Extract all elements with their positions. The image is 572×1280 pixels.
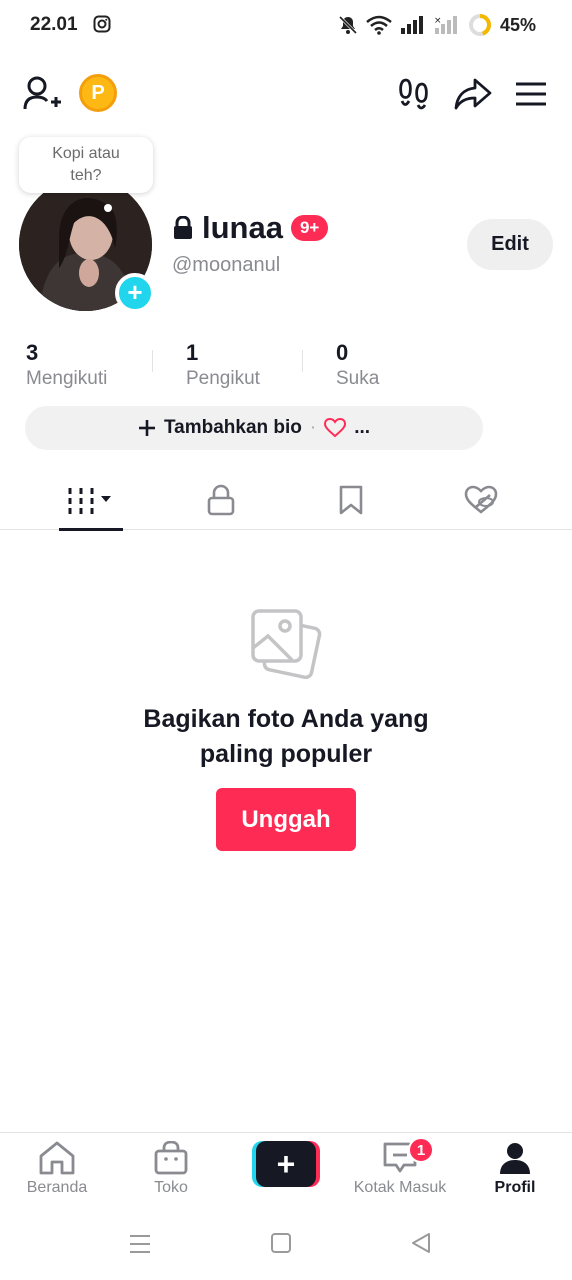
battery-ring-icon: [468, 14, 491, 36]
home-icon: [39, 1141, 75, 1175]
nav-shop-label: Toko: [154, 1179, 188, 1196]
signal-weak-icon: ×: [434, 16, 457, 34]
share-icon[interactable]: [452, 74, 494, 114]
note-bubble-text: Kopi atau teh?: [52, 145, 120, 184]
active-tab-indicator: [59, 528, 123, 531]
heart-outline-icon: [324, 418, 347, 438]
system-nav-bar: [0, 1212, 572, 1280]
add-story-button[interactable]: +: [115, 273, 155, 313]
stat-followers-value: 1: [186, 340, 199, 365]
home-square-icon[interactable]: [270, 1232, 292, 1259]
bottom-nav: Beranda Toko + Kotak Masuk 1 Profil: [0, 1132, 572, 1212]
note-bubble[interactable]: Kopi atau teh?: [19, 137, 153, 193]
menu-icon[interactable]: [512, 76, 550, 112]
stat-likes-value: 0: [336, 340, 349, 365]
signal-icon: [400, 16, 423, 34]
profile-name: lunaa: [202, 210, 283, 245]
empty-state-title: Bagikan foto Anda yang paling populer: [0, 702, 572, 772]
add-bio-button[interactable]: Tambahkan bio · ...: [25, 406, 483, 450]
bookmark-icon: [339, 485, 363, 515]
profile-person-icon: [500, 1143, 530, 1174]
notification-badge[interactable]: 9+: [290, 215, 329, 241]
add-bio-label: Tambahkan bio: [163, 417, 302, 438]
plus-create-icon: +: [256, 1141, 316, 1187]
edit-profile-button[interactable]: Edit: [467, 219, 553, 270]
tab-private[interactable]: [166, 470, 276, 530]
profile-handle: @moonanul: [172, 254, 281, 276]
back-triangle-icon[interactable]: [410, 1232, 432, 1259]
status-time: 22.01: [30, 14, 78, 35]
shopping-bag-icon: [154, 1141, 188, 1175]
content-tabs: [0, 470, 572, 531]
tab-saved[interactable]: [296, 470, 406, 530]
plus-icon: [138, 420, 155, 436]
svg-text:×: ×: [434, 16, 442, 26]
status-icons: × 45%: [338, 13, 536, 37]
heart-hidden-icon: [464, 485, 498, 514]
profile-stats: 3 Mengikuti 1 Pengikut 0 Suka: [0, 340, 572, 396]
nav-home-label: Beranda: [26, 1179, 88, 1196]
top-bar: P: [0, 66, 572, 122]
grid-bars-icon: [68, 488, 111, 514]
nav-profile-label: Profil: [494, 1179, 536, 1196]
stat-divider: [152, 350, 153, 372]
tab-videos[interactable]: [36, 470, 146, 531]
nav-profile[interactable]: Profil: [460, 1141, 570, 1197]
lock-icon: [174, 216, 192, 239]
stat-likes-label: Suka: [336, 368, 380, 389]
inbox-badge: 1: [408, 1137, 434, 1163]
name-row: lunaa 9+: [172, 210, 329, 246]
nav-inbox[interactable]: Kotak Masuk: [345, 1141, 455, 1197]
create-button[interactable]: +: [252, 1141, 320, 1187]
battery-percent: 45%: [499, 14, 536, 35]
empty-state-title-line1: Bagikan foto Anda yang: [143, 705, 429, 733]
add-friend-icon[interactable]: [20, 72, 64, 116]
empty-state-title-line2: paling populer: [199, 740, 373, 768]
nav-home[interactable]: Beranda: [2, 1141, 112, 1197]
lock-outline-icon: [207, 484, 235, 516]
stat-likes[interactable]: 0 Suka: [336, 340, 379, 390]
stat-following[interactable]: 3 Mengikuti: [26, 340, 107, 390]
nav-inbox-label: Kotak Masuk: [353, 1179, 447, 1196]
stat-divider: [302, 350, 303, 372]
note-bubble-tail: [104, 204, 112, 212]
bio-more: ...: [354, 417, 371, 438]
nav-shop[interactable]: Toko: [116, 1141, 226, 1197]
photo-stack-icon: [250, 608, 322, 685]
stat-following-label: Mengikuti: [26, 368, 108, 389]
upload-button[interactable]: Unggah: [216, 788, 356, 851]
bio-separator: ·: [309, 417, 317, 438]
mute-bell-icon: [338, 15, 358, 35]
stat-followers-label: Pengikut: [186, 368, 260, 389]
tab-liked[interactable]: [426, 470, 536, 530]
footprints-icon[interactable]: [394, 74, 434, 114]
instagram-notification-icon: [93, 15, 111, 38]
recents-menu-icon[interactable]: [128, 1232, 152, 1261]
stat-followers[interactable]: 1 Pengikut: [186, 340, 260, 390]
coin-p-icon[interactable]: P: [79, 74, 117, 112]
status-bar: 22.01 × 45%: [0, 0, 572, 52]
stat-following-value: 3: [26, 340, 39, 365]
wifi-icon: [366, 15, 392, 35]
